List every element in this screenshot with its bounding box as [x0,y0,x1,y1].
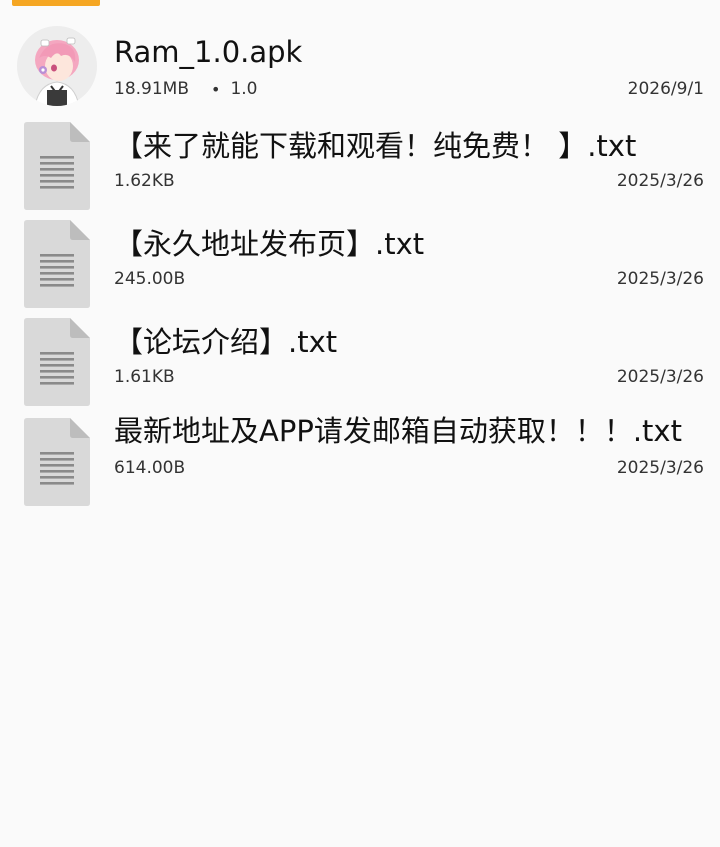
file-thumbnail [16,26,98,106]
file-meta: 18.91MB • 1.0 2026/9/1 [114,76,704,102]
file-name: 最新地址及APP请发邮箱自动获取！！！.txt [114,414,682,448]
file-item-txt[interactable]: 【永久地址发布页】.txt 245.00B 2025/3/26 [0,220,720,320]
file-name: 【论坛介绍】.txt [114,325,338,359]
file-thumbnail [16,418,98,506]
file-size: 245.00B [114,269,186,289]
apk-avatar-icon [17,26,97,106]
file-info: Ram_1.0.apk 18.91MB • 1.0 2026/9/1 [114,26,704,102]
file-date: 2025/3/26 [616,269,704,289]
file-meta: 245.00B 2025/3/26 [114,266,704,292]
file-thumbnail [16,220,98,308]
file-name: 【永久地址发布页】.txt [114,227,425,261]
file-info: 【论坛介绍】.txt 1.61KB 2025/3/26 [114,320,704,390]
file-thumbnail [16,318,98,406]
file-info: 【来了就能下载和观看！纯免费！ 】.txt 1.62KB 2025/3/26 [114,124,704,194]
file-version: 1.0 [230,79,258,99]
text-file-icon [24,318,90,406]
text-file-icon [24,220,90,308]
file-date: 2025/3/26 [616,367,704,387]
file-name: Ram_1.0.apk [114,35,303,69]
file-meta: 614.00B 2025/3/26 [114,455,704,481]
file-size: 1.61KB [114,367,175,387]
file-meta: 1.61KB 2025/3/26 [114,364,704,390]
top-accent-bar [12,0,100,6]
file-date: 2025/3/26 [616,458,704,478]
text-file-icon [24,418,90,506]
file-meta: 1.62KB 2025/3/26 [114,168,704,194]
file-item-txt[interactable]: 【论坛介绍】.txt 1.61KB 2025/3/26 [0,318,720,418]
file-item-txt[interactable]: 最新地址及APP请发邮箱自动获取！！！.txt 614.00B 2025/3/2… [0,414,720,506]
meta-separator: • [211,79,221,99]
text-file-icon [24,122,90,210]
file-info: 【永久地址发布页】.txt 245.00B 2025/3/26 [114,222,704,292]
file-name: 【来了就能下载和观看！纯免费！ 】.txt [114,129,637,163]
file-size: 18.91MB [114,79,189,99]
file-thumbnail [16,122,98,210]
file-list: Ram_1.0.apk 18.91MB • 1.0 2026/9/1 【来了就能… [0,26,720,506]
file-item-txt[interactable]: 【来了就能下载和观看！纯免费！ 】.txt 1.62KB 2025/3/26 [0,122,720,222]
file-date: 2025/3/26 [616,171,704,191]
file-size: 614.00B [114,458,186,478]
file-info: 最新地址及APP请发邮箱自动获取！！！.txt 614.00B 2025/3/2… [114,414,704,481]
file-item-apk[interactable]: Ram_1.0.apk 18.91MB • 1.0 2026/9/1 [0,26,720,124]
file-size: 1.62KB [114,171,175,191]
file-date: 2026/9/1 [627,79,704,99]
